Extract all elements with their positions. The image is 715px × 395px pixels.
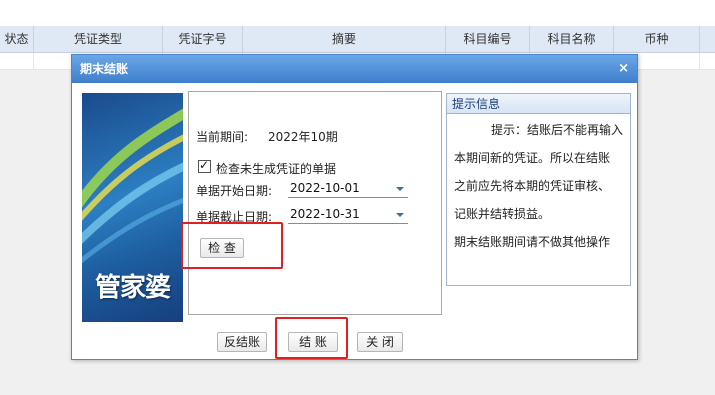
brand-banner: 管家婆	[82, 93, 183, 322]
unclose-button[interactable]: 反结账	[217, 332, 267, 352]
period-label: 当前期间:	[196, 130, 249, 144]
hint-title: 提示信息	[447, 94, 630, 114]
check-unvouchered-label[interactable]: 检查未生成凭证的单据	[216, 160, 336, 177]
start-date-field[interactable]: 2022-10-01	[288, 180, 408, 198]
end-date-label: 单据截止日期:	[196, 210, 273, 224]
close-period-button[interactable]: 结 账	[288, 332, 338, 352]
start-date-value: 2022-10-01	[290, 181, 360, 195]
dialog-titlebar[interactable]: 期末结账 ×	[72, 55, 637, 83]
check-button[interactable]: 检 查	[200, 238, 244, 258]
hint-line: 本期间新的凭证。所以在结账	[454, 151, 611, 165]
exit-button[interactable]: 关 闭	[357, 332, 403, 352]
hint-panel: 提示信息 提示：结账后不能再输入 本期间新的凭证。所以在结账 之前应先将本期的凭…	[446, 93, 631, 286]
column-header-account-code[interactable]: 科目编号	[446, 26, 530, 53]
column-header-currency[interactable]: 币种	[614, 26, 700, 53]
close-options-panel: 当前期间: 2022年10期 检查未生成凭证的单据 单据开始日期: 2022-1…	[188, 91, 442, 315]
grid-header: 状态 凭证类型 凭证字号 摘要 科目编号 科目名称 币种	[0, 26, 715, 53]
column-header-voucher-number[interactable]: 凭证字号	[163, 26, 243, 53]
close-icon[interactable]: ×	[618, 55, 629, 83]
start-date-label: 单据开始日期:	[196, 184, 273, 198]
column-header-status[interactable]: 状态	[0, 26, 34, 53]
column-header-account-name[interactable]: 科目名称	[530, 26, 614, 53]
chevron-down-icon[interactable]	[396, 187, 404, 191]
column-header-voucher-type[interactable]: 凭证类型	[34, 26, 163, 53]
hint-line: 之前应先将本期的凭证审核、	[454, 179, 611, 193]
chevron-down-icon[interactable]	[396, 213, 404, 217]
check-unvouchered-checkbox[interactable]	[198, 158, 211, 173]
column-header-summary[interactable]: 摘要	[243, 26, 446, 53]
period-close-dialog: 期末结账 × 管家婆 当前期间: 2022年10期 检查未生成凭证的单据 单据开…	[71, 54, 638, 360]
end-date-value: 2022-10-31	[290, 207, 360, 221]
hint-line: 提示：结账后不能再输入	[491, 123, 624, 137]
dialog-title: 期末结账	[80, 62, 129, 76]
brand-logo-text: 管家婆	[94, 273, 171, 303]
hint-line: 期末结账期间请不做其他操作	[454, 235, 611, 249]
end-date-field[interactable]: 2022-10-31	[288, 206, 408, 224]
period-value: 2022年10期	[268, 130, 338, 144]
hint-line: 记账并结转损益。	[454, 207, 551, 221]
